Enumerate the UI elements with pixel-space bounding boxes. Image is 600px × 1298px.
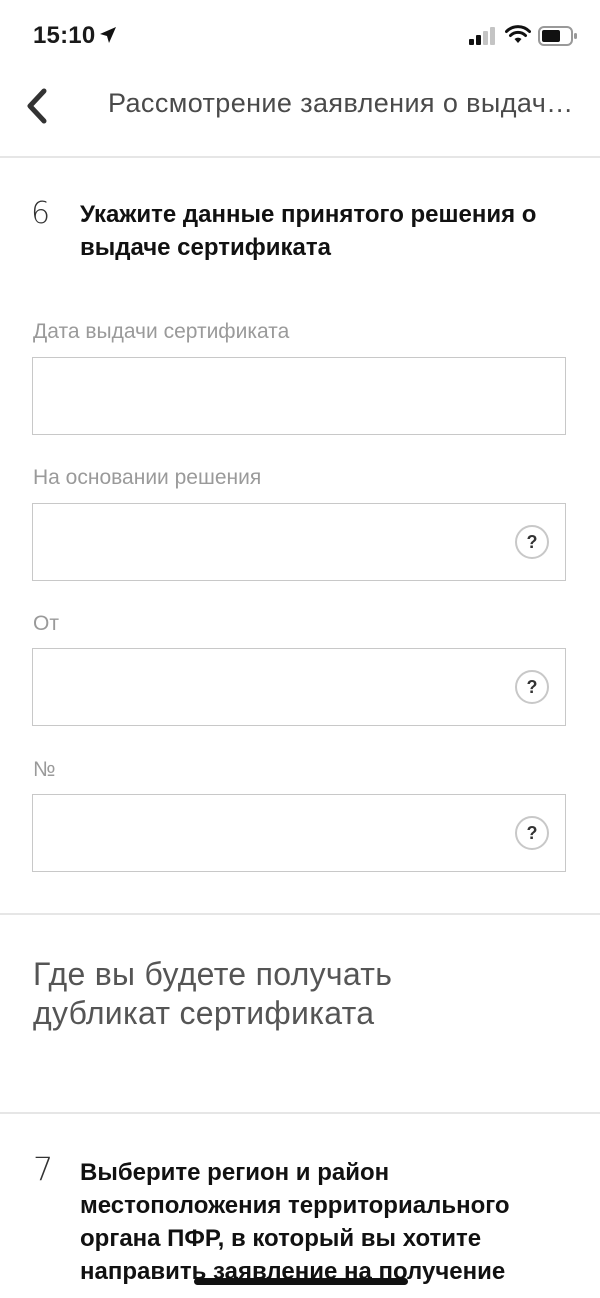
help-icon[interactable]: ? [515,816,549,850]
decision-number-input[interactable]: ? [32,794,566,872]
page-title: Рассмотрение заявления о выдаче дубликат… [108,88,578,118]
step-number-7: 7 [33,1150,54,1188]
divider [0,913,600,915]
chevron-left-icon [27,88,47,124]
decision-date-input[interactable]: ? [32,648,566,726]
certificate-date-label: Дата выдачи сертификата [33,320,290,343]
help-icon[interactable]: ? [515,525,549,559]
section-title: Где вы будете получать дубликат сертифик… [33,956,393,1031]
step-number-6: 6 [31,196,51,231]
decision-basis-label: На основании решения [33,466,262,489]
home-indicator [194,1278,408,1285]
help-icon[interactable]: ? [515,670,549,704]
divider [0,1112,600,1114]
decision-basis-input[interactable]: ? [32,503,566,581]
battery-icon [538,26,577,46]
location-arrow-icon [100,27,116,43]
decision-number-label: № [33,758,56,781]
status-bar: 15:10 [0,0,600,74]
wifi-icon [505,25,531,43]
decision-date-label: От [33,612,59,635]
step-6-heading: Укажите данные принятого решения о выдач… [80,201,537,261]
certificate-date-input[interactable] [32,357,566,435]
back-button[interactable] [20,86,56,126]
step-7-heading: Выберите регион и район местоположения т… [80,1159,510,1285]
signal-icon [469,27,495,45]
status-time: 15:10 [33,22,96,49]
nav-header: Рассмотрение заявления о выдаче дубликат… [0,74,600,158]
